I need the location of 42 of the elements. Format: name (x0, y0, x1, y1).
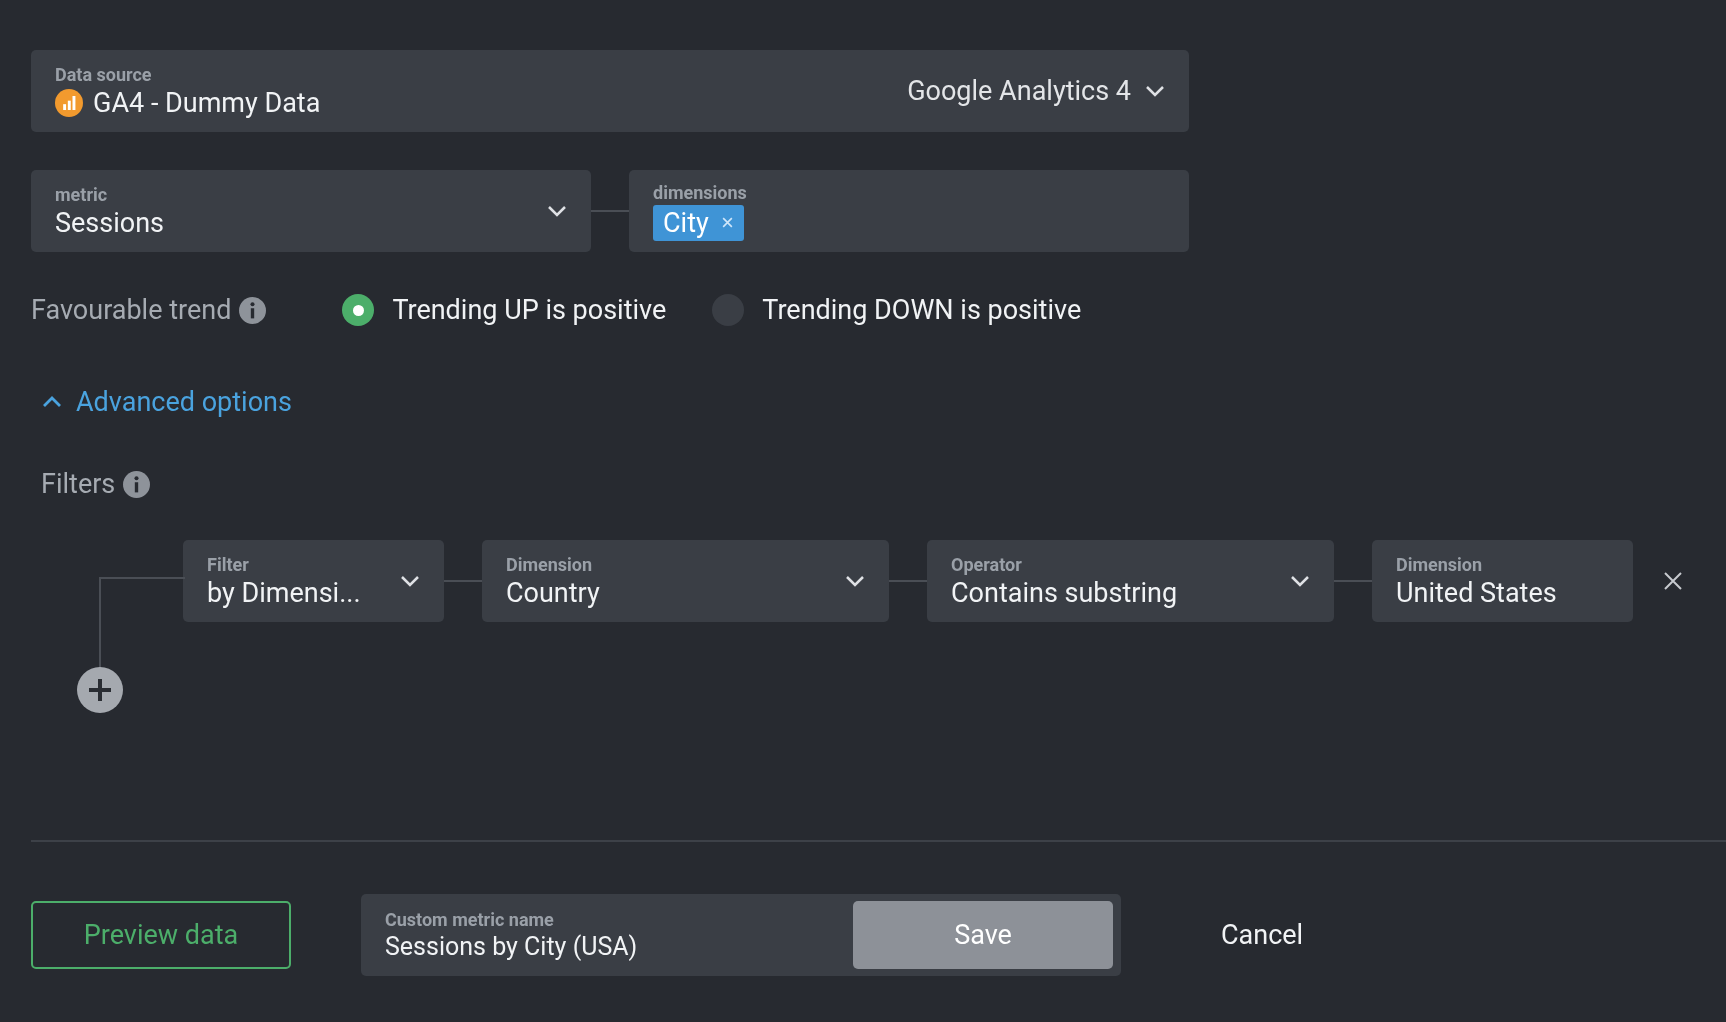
radio-label: Trending UP is positive (392, 294, 667, 326)
bar-chart-icon (55, 88, 83, 117)
field-label: Data source (55, 63, 153, 85)
filter-dropdown[interactable]: Filter by Dimensi... (183, 540, 444, 622)
close-icon[interactable] (1663, 571, 1683, 591)
trend-label: Favourable trend (31, 294, 232, 326)
chevron-icon (42, 396, 62, 408)
field-label: Dimension (1396, 553, 1484, 575)
metric-dropdown[interactable]: metric Sessions (31, 170, 591, 252)
chevron-down-icon (547, 205, 567, 217)
filter-dropdown[interactable]: Operator Contains substring (927, 540, 1334, 622)
filter-dropdown[interactable]: Dimension Country (482, 540, 889, 622)
cancel-button[interactable]: Cancel (1191, 909, 1334, 961)
field-value: Country (506, 576, 601, 609)
chevron-down-icon (400, 575, 420, 587)
field-value: GA4 - Dummy Data (93, 86, 321, 119)
field-label: dimensions (653, 181, 748, 203)
field-value: Sessions (55, 206, 166, 239)
chevron-down-icon (1290, 575, 1310, 587)
radio-label: Trending DOWN is positive (762, 294, 1082, 326)
field-label: Operator (951, 553, 1023, 575)
info-icon (239, 296, 267, 324)
info-icon (123, 470, 151, 498)
filter-value-field[interactable]: Dimension United States (1372, 540, 1633, 622)
provider-value: Google Analytics 4 (907, 75, 1131, 107)
field-label: Custom metric name (385, 909, 555, 930)
field-label: Filter (207, 553, 250, 575)
preview-data-button[interactable]: Preview data (31, 901, 291, 969)
chevron-down-icon (845, 575, 865, 587)
field-label: Dimension (506, 553, 594, 575)
field-label: metric (55, 183, 109, 205)
field-value: Sessions by City (USA) (385, 932, 639, 961)
add-icon[interactable] (77, 667, 123, 713)
field-value: by Dimensi... (207, 576, 362, 609)
field-value: United States (1396, 576, 1558, 609)
field-value: Contains substring (951, 576, 1179, 609)
advanced-options-toggle[interactable]: Advanced options (42, 386, 292, 418)
chevron-down-icon (1145, 85, 1165, 97)
radio-button[interactable] (342, 294, 375, 326)
data-source-dropdown[interactable]: Data source GA4 - Dummy Data Google Analytics 4 (31, 50, 1189, 132)
custom-metric-name-field[interactable]: Custom metric name Sessions by City (USA) Save (361, 894, 1121, 976)
filters-label: Filters (41, 468, 116, 500)
